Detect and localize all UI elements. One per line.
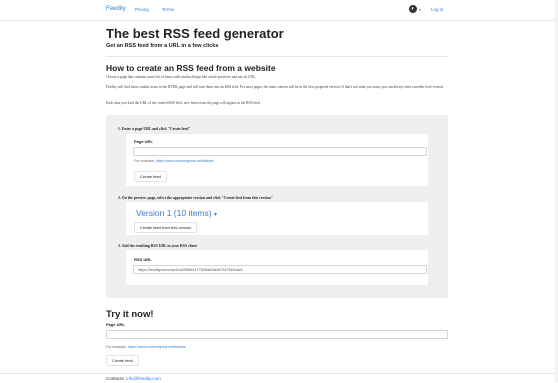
- divider: [106, 56, 448, 57]
- footer-label: Contacts:: [106, 376, 126, 381]
- nav-link-pricing[interactable]: Pricing: [135, 7, 149, 12]
- howto-heading: How to create an RSS feed from a website: [106, 63, 276, 73]
- step-3-label: 3. Add the resulting RSS URL to your RSS…: [118, 244, 197, 248]
- try-page-url-label: Page URL: [106, 322, 125, 327]
- create-feed-from-version-button[interactable]: Create feed from this version: [134, 222, 198, 233]
- try-heading: Try it now!: [106, 309, 154, 320]
- rss-url-input[interactable]: https://feedity.com/rss/11a0058e4177605a…: [133, 265, 427, 274]
- chevron-down-icon: ▾: [213, 212, 217, 218]
- brand-logo[interactable]: Feedity: [106, 6, 126, 12]
- howto-paragraph-1: Choose a page that contains some list of…: [106, 75, 257, 79]
- example-link[interactable]: https://www.contentgreat.net/kadiste: [156, 159, 214, 163]
- page-subtitle: Get an RSS feed from a URL in a few clic…: [106, 43, 219, 49]
- page-url-label: Page URL: [134, 139, 153, 144]
- version-dropdown[interactable]: Version 1 (10 items) ▾: [136, 208, 217, 218]
- step-2-label: 2. On the preview page, select the appro…: [118, 196, 273, 200]
- hint-prefix: For example,: [134, 159, 155, 163]
- footer-contacts: Contacts: info@feedity.com: [106, 376, 161, 381]
- chevron-down-icon[interactable]: ▾: [419, 7, 421, 12]
- step-1-card: Page URL For example, https://www.conten…: [126, 134, 428, 186]
- howto-paragraph-2: Feedity will find those similar items in…: [106, 85, 444, 89]
- step-3-card: RSS URL https://feedity.com/rss/11a0058e…: [126, 250, 428, 285]
- version-label: Version 1 (10 items): [136, 208, 212, 218]
- try-create-feed-button[interactable]: Create feed: [106, 355, 139, 366]
- page-title: The best RSS feed generator: [106, 26, 284, 41]
- try-hint-prefix: For example,: [106, 345, 127, 349]
- rss-url-label: RSS URL: [134, 257, 152, 262]
- step-2-card: Version 1 (10 items) ▾ Create feed from …: [126, 202, 428, 235]
- nav-link-terms[interactable]: Terms: [162, 7, 174, 12]
- create-feed-button[interactable]: Create feed: [134, 171, 167, 182]
- steps-panel: 1. Enter a page URL and click "Create fe…: [106, 115, 448, 298]
- footer-email-link[interactable]: info@feedity.com: [126, 376, 161, 381]
- example-hint: For example, https://www.contentgreat.ne…: [134, 159, 214, 163]
- step-1-label: 1. Enter a page URL and click "Create fe…: [118, 127, 191, 131]
- top-navbar: Feedity Pricing Terms ◐ ▾ Log in: [0, 0, 558, 21]
- try-example-link[interactable]: https://www.contentgreat.net/kadiste: [128, 345, 186, 349]
- login-link[interactable]: Log in: [431, 7, 443, 12]
- howto-paragraph-3: Each time you load the URL of the create…: [106, 101, 261, 105]
- globe-icon[interactable]: ◐: [409, 5, 417, 13]
- try-page-url-input[interactable]: [106, 330, 448, 339]
- page-url-input[interactable]: [133, 147, 427, 156]
- try-example-hint: For example, https://www.contentgreat.ne…: [106, 345, 186, 349]
